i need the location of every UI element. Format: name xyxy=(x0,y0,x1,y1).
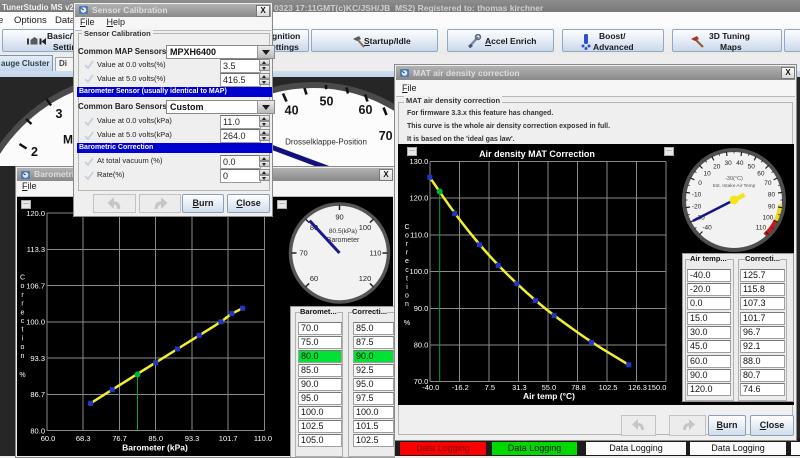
svg-text:o: o xyxy=(405,293,409,300)
svg-text:110: 110 xyxy=(370,249,382,258)
svg-text:r: r xyxy=(21,292,24,299)
svg-text:3: 3 xyxy=(56,107,63,121)
svg-text:o: o xyxy=(21,283,25,290)
svg-text:70: 70 xyxy=(764,180,772,187)
svg-text:-20: -20 xyxy=(692,203,702,210)
svg-text:130.0: 130.0 xyxy=(410,157,429,166)
svg-text:90: 90 xyxy=(768,203,776,210)
svg-text:86.7: 86.7 xyxy=(30,390,45,399)
svg-text:40: 40 xyxy=(736,160,744,167)
svg-text:60: 60 xyxy=(359,103,373,117)
svg-text:%: % xyxy=(19,372,25,379)
svg-text:7.5: 7.5 xyxy=(485,383,495,392)
svg-text:r: r xyxy=(406,250,409,257)
svg-text:t: t xyxy=(406,275,408,282)
svg-text:106.7: 106.7 xyxy=(26,282,45,291)
svg-text:93.3: 93.3 xyxy=(30,354,45,363)
svg-text:100: 100 xyxy=(359,223,372,232)
svg-text:60.0: 60.0 xyxy=(41,434,56,443)
svg-text:r: r xyxy=(21,301,24,308)
svg-text:Barometer (kPa): Barometer (kPa) xyxy=(122,443,188,453)
svg-text:Est. Intake Air Temp: Est. Intake Air Temp xyxy=(713,183,756,189)
svg-text:r: r xyxy=(406,241,409,248)
svg-text:80: 80 xyxy=(768,192,776,199)
svg-text:o: o xyxy=(21,344,25,351)
svg-text:110.0: 110.0 xyxy=(254,434,272,443)
svg-text:i: i xyxy=(22,335,24,342)
svg-text:40: 40 xyxy=(285,103,299,117)
svg-text:90.0: 90.0 xyxy=(414,304,429,313)
svg-text:70: 70 xyxy=(379,129,393,143)
svg-text:10: 10 xyxy=(703,171,711,178)
svg-text:120: 120 xyxy=(359,274,372,283)
svg-text:Air temp (°C): Air temp (°C) xyxy=(523,391,575,401)
svg-text:50: 50 xyxy=(748,164,756,171)
svg-text:70: 70 xyxy=(299,249,307,258)
svg-text:120.0: 120.0 xyxy=(410,194,429,203)
svg-text:20: 20 xyxy=(713,164,721,171)
svg-text:n: n xyxy=(405,301,409,308)
svg-text:M: M xyxy=(63,133,73,147)
svg-text:-16.2: -16.2 xyxy=(452,383,469,392)
svg-text:c: c xyxy=(21,318,25,325)
svg-text:150.0: 150.0 xyxy=(648,383,667,392)
svg-text:%: % xyxy=(404,320,410,327)
svg-text:2: 2 xyxy=(31,145,38,159)
svg-text:i: i xyxy=(406,284,408,291)
svg-text:-10: -10 xyxy=(692,192,702,199)
svg-text:Air density MAT Correction: Air density MAT Correction xyxy=(479,149,595,159)
svg-text:60: 60 xyxy=(310,274,318,283)
svg-text:e: e xyxy=(405,258,409,265)
svg-text:101.7: 101.7 xyxy=(219,434,238,443)
svg-text:0: 0 xyxy=(698,180,702,187)
svg-text:80.5(kPa): 80.5(kPa) xyxy=(329,228,357,235)
svg-text:120.0: 120.0 xyxy=(26,209,45,218)
svg-text:110.0: 110.0 xyxy=(410,230,428,239)
svg-text:o: o xyxy=(405,232,409,239)
svg-text:110: 110 xyxy=(756,224,767,231)
svg-text:30: 30 xyxy=(724,160,732,167)
svg-text:C: C xyxy=(404,224,409,231)
svg-text:-30(°C): -30(°C) xyxy=(725,176,743,182)
svg-text:t: t xyxy=(22,327,24,334)
svg-text:60: 60 xyxy=(757,171,765,178)
svg-text:e: e xyxy=(21,309,25,316)
svg-text:n: n xyxy=(21,353,25,360)
svg-text:Drosselklappe-Position: Drosselklappe-Position xyxy=(285,138,367,147)
svg-text:80.0: 80.0 xyxy=(414,341,429,350)
svg-text:90: 90 xyxy=(335,213,343,222)
svg-text:68.3: 68.3 xyxy=(76,434,91,443)
svg-text:c: c xyxy=(405,267,409,274)
svg-text:113.3: 113.3 xyxy=(27,245,45,254)
svg-text:102.5: 102.5 xyxy=(599,383,618,392)
svg-text:126.3: 126.3 xyxy=(628,383,647,392)
svg-text:100: 100 xyxy=(762,215,773,222)
svg-text:C: C xyxy=(20,275,25,282)
svg-text:-40.0: -40.0 xyxy=(422,383,439,392)
svg-text:50: 50 xyxy=(320,94,334,108)
svg-text:-40: -40 xyxy=(702,224,712,231)
svg-text:100.0: 100.0 xyxy=(26,318,45,327)
svg-text:100.0: 100.0 xyxy=(410,267,429,276)
